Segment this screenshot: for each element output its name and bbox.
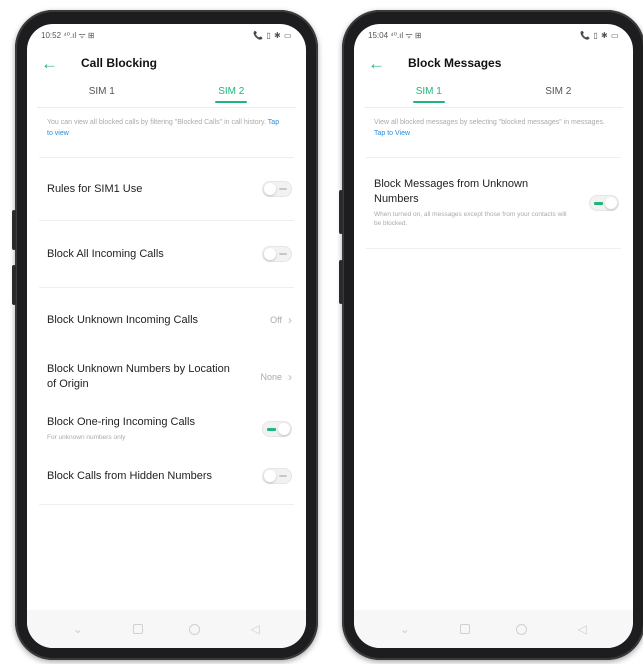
toggle-knob (264, 470, 276, 482)
toggle-switch[interactable] (262, 181, 292, 197)
chevron-down-icon[interactable]: ⌄ (68, 622, 88, 636)
divider (366, 248, 621, 249)
setting-row-block-unknown[interactable]: Block Unknown Incoming Calls Off › (27, 288, 306, 352)
status-bar: 10:52 ⁴⁰.ıl ᯤ ⊞ 📞 ▯ ✱ ▭ (27, 24, 306, 46)
info-text: You can view all blocked calls by filter… (39, 108, 294, 158)
toggle-knob (605, 197, 617, 209)
setting-row-block-unknown-messages[interactable]: Block Messages from Unknown Numbers When… (354, 158, 633, 248)
volume-button (12, 210, 16, 250)
setting-value: None (260, 372, 282, 382)
toggle-knob (278, 423, 290, 435)
back-arrow-icon[interactable]: ← (368, 55, 398, 72)
recents-icon[interactable] (460, 624, 471, 634)
status-time: 15:04 (368, 30, 389, 40)
info-text: View all blocked messages by selecting "… (366, 108, 621, 158)
tab-sim2[interactable]: SIM 2 (167, 80, 297, 107)
setting-label: Block All Incoming Calls (47, 247, 164, 260)
back-arrow-icon[interactable]: ← (41, 55, 71, 72)
setting-value: Off (270, 315, 282, 325)
chevron-right-icon: › (288, 313, 292, 327)
home-icon[interactable] (188, 623, 200, 635)
toggle-mark (279, 475, 287, 477)
toggle-switch[interactable] (262, 468, 292, 484)
setting-sublabel: For unknown numbers only (47, 434, 126, 442)
back-triangle-icon[interactable]: ◁ (245, 622, 265, 636)
toggle-mark (267, 427, 276, 431)
nav-bar: ⌄ ◁ (354, 610, 633, 648)
setting-row-hidden-numbers[interactable]: Block Calls from Hidden Numbers (27, 456, 306, 496)
chevron-down-icon[interactable]: ⌄ (395, 622, 415, 636)
toggle-switch[interactable] (262, 421, 292, 437)
page-title: Call Blocking (81, 56, 158, 70)
recents-icon[interactable] (133, 624, 144, 634)
status-bar: 15:04 ⁴⁰.ıl ᯤ ⊞ 📞 ▯ ✱ ▭ (354, 24, 633, 46)
toggle-switch[interactable] (589, 195, 619, 211)
toggle-mark (594, 201, 603, 205)
tab-sim2[interactable]: SIM 2 (494, 80, 624, 107)
tab-sim1[interactable]: SIM 1 (37, 80, 167, 107)
info-description: View all blocked messages by selecting "… (374, 119, 605, 126)
toggle-knob (264, 248, 276, 260)
info-description: You can view all blocked calls by filter… (47, 119, 266, 126)
setting-label: Block Messages from Unknown Numbers (374, 177, 529, 205)
home-icon[interactable] (515, 623, 527, 635)
back-triangle-icon[interactable]: ◁ (572, 622, 592, 636)
setting-label: Rules for SIM1 Use (47, 182, 143, 195)
volume-button (339, 190, 343, 234)
setting-row-location-origin[interactable]: Block Unknown Numbers by Location of Ori… (27, 352, 306, 402)
setting-row-block-all[interactable]: Block All Incoming Calls (27, 221, 306, 287)
title-bar: ← Block Messages (354, 46, 633, 80)
toggle-switch[interactable] (262, 246, 292, 262)
toggle-mark (279, 188, 287, 190)
block-messages-screen: 15:04 ⁴⁰.ıl ᯤ ⊞ 📞 ▯ ✱ ▭ ← Block Messages… (354, 24, 633, 648)
setting-row-one-ring[interactable]: Block One-ring Incoming Calls For unknow… (27, 402, 306, 456)
signal-icons: ⁴⁰.ıl ᯤ ⊞ (63, 30, 95, 40)
setting-label: Block Calls from Hidden Numbers (47, 469, 213, 482)
setting-label: Block Unknown Numbers by Location of Ori… (47, 363, 230, 390)
call-blocking-screen: 10:52 ⁴⁰.ıl ᯤ ⊞ 📞 ▯ ✱ ▭ ← Call Blocking … (27, 24, 306, 648)
setting-label: Block Unknown Incoming Calls (47, 313, 199, 326)
chevron-right-icon: › (288, 370, 292, 384)
toggle-knob (264, 183, 276, 195)
sim-tabs: SIM 1 SIM 2 (364, 80, 623, 108)
setting-sublabel: When turned on, all messages except thos… (374, 210, 567, 228)
phone-left: 10:52 ⁴⁰.ıl ᯤ ⊞ 📞 ▯ ✱ ▭ ← Call Blocking … (12, 10, 318, 660)
phone-right: 15:04 ⁴⁰.ıl ᯤ ⊞ 📞 ▯ ✱ ▭ ← Block Messages… (339, 10, 643, 660)
volume-button (339, 260, 343, 304)
divider (39, 504, 294, 505)
tap-to-view-link[interactable]: Tap to View (374, 130, 410, 137)
volume-button (12, 265, 16, 305)
setting-label: Block One-ring Incoming Calls (47, 416, 195, 429)
title-bar: ← Call Blocking (27, 46, 306, 80)
toggle-mark (279, 253, 287, 255)
page-title: Block Messages (408, 56, 502, 70)
status-right-icons: 📞 ▯ ✱ ▭ (253, 30, 292, 40)
setting-row-rules-sim1[interactable]: Rules for SIM1 Use (27, 158, 306, 220)
status-time: 10:52 (41, 30, 62, 40)
tab-sim1[interactable]: SIM 1 (364, 80, 494, 107)
nav-bar: ⌄ ◁ (27, 610, 306, 648)
status-right-icons: 📞 ▯ ✱ ▭ (580, 30, 619, 40)
signal-icons: ⁴⁰.ıl ᯤ ⊞ (390, 30, 422, 40)
sim-tabs: SIM 1 SIM 2 (37, 80, 296, 108)
